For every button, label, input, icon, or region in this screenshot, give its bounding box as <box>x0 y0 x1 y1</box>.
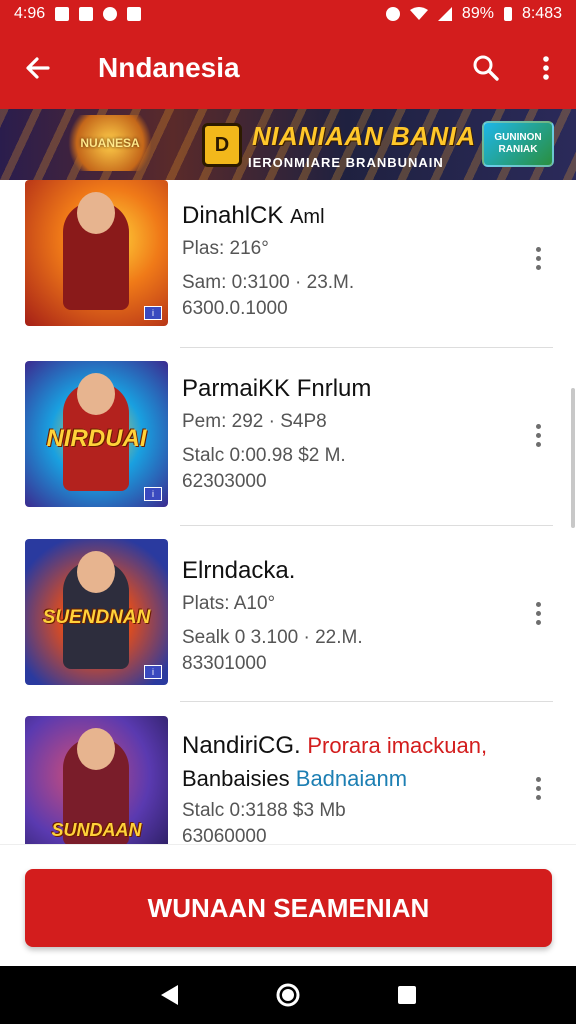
list-item[interactable]: i DinahlCK Aml Plas: 216° Sam: 0:3100 · … <box>0 180 576 356</box>
search-button[interactable] <box>456 27 516 109</box>
nav-back-button[interactable] <box>149 975 189 1015</box>
list-item[interactable]: SUNDAAN NandiriCG. Prorara imackuan, Ban… <box>0 716 576 844</box>
item-line-1: Plats: A10° <box>182 593 276 614</box>
thumbnail-logo-text: NIRDUAI <box>46 425 147 452</box>
banner-logo: NUANESA <box>62 115 158 171</box>
divider <box>180 701 553 702</box>
status-time-left: 4:96 <box>14 4 46 22</box>
nav-home-button[interactable] <box>268 975 308 1015</box>
item-line-2: Sealk 0 3.100 · 22.M. <box>182 627 363 648</box>
arrow-left-icon <box>26 57 50 79</box>
more-vertical-icon <box>535 423 541 447</box>
primary-action-button[interactable]: WUNAAN SEAMENIAN <box>25 869 552 947</box>
battery-icon <box>503 6 512 21</box>
bottom-action-area: WUNAAN SEAMENIAN <box>0 844 576 966</box>
item-line-2: Sam: 0:3100 · 23.M. <box>182 272 355 293</box>
game-thumbnail: i <box>25 180 168 326</box>
item-title: Elrndacka. <box>182 557 296 584</box>
app-notification-icon <box>103 6 118 21</box>
search-icon <box>473 55 499 81</box>
more-vertical-icon <box>535 776 541 800</box>
scrollbar[interactable] <box>571 388 575 528</box>
item-title: DinahlCK <box>182 202 284 229</box>
item-line-3: 62303000 <box>182 471 267 492</box>
wifi-icon <box>409 6 428 20</box>
thumbnail-badge-icon: i <box>144 665 162 679</box>
more-vertical-icon <box>543 56 549 80</box>
status-time-right: 8:483 <box>521 4 562 22</box>
item-title-suffix: Aml <box>290 206 325 228</box>
more-vertical-icon <box>535 601 541 625</box>
triangle-back-icon <box>161 985 179 1005</box>
item-line-1-link[interactable]: Badnaianm <box>296 766 407 791</box>
item-title: ParmaiKK Fnrlum <box>182 375 372 402</box>
nav-recents-button[interactable] <box>387 975 427 1015</box>
game-thumbnail: NIRDUAI i <box>25 361 168 507</box>
signal-icon <box>437 6 452 21</box>
banner-title: NIANIAAN BANIA <box>252 121 476 151</box>
item-more-button[interactable] <box>524 238 552 278</box>
notification-icon <box>55 6 70 21</box>
system-nav-bar <box>0 966 576 1024</box>
game-list: i DinahlCK Aml Plas: 216° Sam: 0:3100 · … <box>0 180 576 844</box>
item-line-3: 63060000 <box>182 826 267 844</box>
more-vertical-icon <box>535 246 541 270</box>
item-more-button[interactable] <box>524 593 552 633</box>
item-line-2: Stalc 0:00.98 $2 M. <box>182 445 346 466</box>
banner-badge: D <box>202 123 242 167</box>
item-line-2: Stalc 0:3188 $3 Mb <box>182 800 346 821</box>
gallery-icon <box>79 6 94 21</box>
alarm-icon <box>385 6 400 21</box>
divider <box>180 525 553 526</box>
status-bar: 4:96 89% 8:483 <box>0 0 576 27</box>
back-button[interactable] <box>0 27 76 109</box>
banner-subtitle: IERONMIARE BRANBUNAIN <box>248 155 444 170</box>
save-notification-icon <box>127 6 142 21</box>
thumbnail-logo-text: SUENDNAN <box>42 607 151 628</box>
item-title: NandiriCG. <box>182 732 301 759</box>
item-more-button[interactable] <box>524 415 552 455</box>
list-item[interactable]: NIRDUAI i ParmaiKK Fnrlum Pem: 292 · S4P… <box>0 361 576 537</box>
divider <box>180 347 553 348</box>
banner-cta-button[interactable]: GUNINON RANIAK <box>482 121 554 167</box>
promo-banner[interactable]: NUANESA D NIANIAAN BANIA IERONMIARE BRAN… <box>0 109 576 180</box>
battery-percent: 89% <box>461 4 494 22</box>
overflow-menu-button[interactable] <box>516 27 576 109</box>
square-recents-icon <box>397 986 416 1004</box>
item-line-1: Plas: 216° <box>182 238 269 259</box>
list-item[interactable]: SUENDNAN i Elrndacka. Plats: A10° Sealk … <box>0 539 576 715</box>
item-line-1: Pem: 292 · S4P8 <box>182 411 327 432</box>
page-title: Nndanesia <box>98 52 240 83</box>
circle-home-icon <box>276 983 300 1007</box>
item-line-3: 6300.0.1000 <box>182 298 288 319</box>
item-more-button[interactable] <box>524 768 552 808</box>
thumbnail-logo-text: SUNDAAN <box>51 820 142 840</box>
thumbnail-badge-icon: i <box>144 487 162 501</box>
item-title-highlight: Prorara imackuan, <box>307 733 488 758</box>
app-bar: Nndanesia <box>0 27 576 109</box>
item-line-1: Banbaisies <box>182 766 290 791</box>
thumbnail-badge-icon: i <box>144 306 162 320</box>
item-line-3: 83301000 <box>182 653 267 674</box>
game-thumbnail: SUENDNAN i <box>25 539 168 685</box>
game-thumbnail: SUNDAAN <box>25 716 168 844</box>
